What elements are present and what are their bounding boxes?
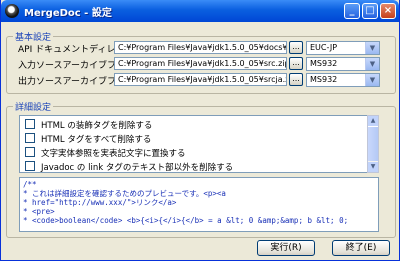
option-label: 文字実体参照を実表記文字に置換する (41, 149, 186, 159)
option-label: Javadoc の link タグのテキスト部以外を削除する (41, 163, 234, 173)
window-title: MergeDoc - 設定 (24, 8, 112, 19)
checkbox[interactable] (25, 119, 35, 129)
output-archive-field[interactable]: C:¥Program Files¥Java¥jdk1.5.0_05¥srcja.… (114, 73, 287, 86)
preview-line: * <pre> (23, 207, 55, 216)
chevron-down-icon[interactable]: ▼ (365, 74, 379, 86)
chevron-down-icon[interactable]: ▼ (365, 58, 379, 70)
options-scrollbar[interactable]: ▲ ▼ (367, 115, 379, 173)
preview-pane[interactable]: /** * これは詳細設定を確認するためのプレビューです。<p><a * hre… (19, 177, 379, 232)
output-encoding-value: MS932 (310, 75, 338, 84)
output-archive-browse-button[interactable]: ... (289, 73, 303, 86)
checkbox[interactable] (25, 147, 35, 157)
input-archive-browse-button[interactable]: ... (289, 57, 303, 70)
input-encoding-value: MS932 (310, 59, 338, 68)
scroll-down-arrow-icon[interactable]: ▼ (368, 162, 378, 172)
checkbox[interactable] (25, 161, 35, 171)
api-doc-encoding-select[interactable]: EUC-JP ▼ (306, 41, 380, 55)
scroll-up-arrow-icon[interactable]: ▲ (368, 116, 378, 126)
api-doc-encoding-value: EUC-JP (310, 43, 338, 52)
scroll-thumb[interactable] (368, 126, 378, 161)
preview-line: * これは詳細設定を確認するためのプレビューです。<p><a (23, 189, 226, 198)
exit-button[interactable]: 終了(E) (332, 240, 390, 256)
maximize-button[interactable]: □ (362, 3, 378, 19)
options-checklist[interactable]: HTML の装飾タグを削除する HTML タグをすべて削除する 文字実体参照を実… (19, 115, 377, 173)
preview-line: * <code>boolean</code> <b>{<i>{</i>{</b>… (23, 216, 349, 225)
minimize-button[interactable]: _ (344, 3, 360, 19)
title-bar[interactable]: MergeDoc - 設定 _ □ × (1, 0, 399, 22)
checkbox[interactable] (25, 133, 35, 143)
input-archive-field[interactable]: C:¥Program Files¥Java¥jdk1.5.0_05¥src.zi… (114, 57, 287, 70)
input-encoding-select[interactable]: MS932 ▼ (306, 57, 380, 71)
api-doc-dir-browse-button[interactable]: ... (289, 41, 303, 54)
api-doc-dir-field[interactable]: C:¥Program Files¥Java¥jdk1.5.0_05¥docs¥j… (114, 41, 287, 54)
preview-line: * href="http://www.xxx/">リンク</a> (23, 198, 177, 207)
output-encoding-select[interactable]: MS932 ▼ (306, 73, 380, 87)
close-button[interactable]: × (380, 3, 396, 19)
option-label: HTML の装飾タグを削除する (41, 121, 153, 131)
chevron-down-icon[interactable]: ▼ (365, 42, 379, 54)
preview-line: /** (23, 180, 37, 189)
settings-window: MergeDoc - 設定 _ □ × 基本設定 API ドキュメントディレクト… (0, 0, 400, 261)
app-icon (5, 4, 19, 18)
run-button[interactable]: 実行(R) (257, 240, 315, 256)
option-label: HTML タグをすべて削除する (41, 135, 152, 145)
detail-settings-legend: 詳細設定 (15, 103, 52, 113)
